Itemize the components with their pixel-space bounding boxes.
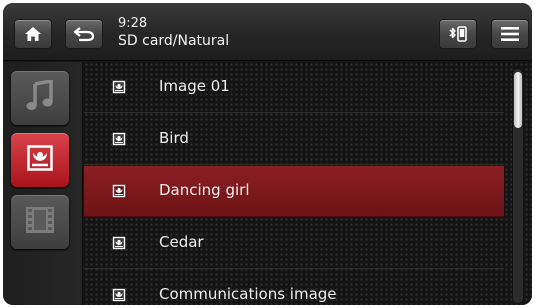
film-icon: [25, 206, 55, 238]
image-file-icon: [112, 183, 126, 198]
music-note-icon: [25, 78, 55, 116]
list-item-label: Image 01: [159, 77, 230, 95]
back-button[interactable]: [65, 19, 103, 49]
list-item-label: Communications image: [159, 285, 337, 303]
list-item[interactable]: Communications image: [84, 270, 504, 305]
menu-icon: [500, 26, 520, 42]
list-item-label: Cedar: [159, 233, 204, 251]
sidebar-item-pictures[interactable]: [11, 133, 69, 187]
list-item-label: Bird: [159, 129, 189, 147]
image-file-icon: [112, 287, 126, 302]
bluetooth-phone-button[interactable]: [439, 19, 477, 49]
menu-button[interactable]: [491, 19, 529, 49]
scrollbar[interactable]: [512, 68, 524, 304]
home-button[interactable]: [14, 19, 52, 49]
list-item[interactable]: Image 01: [84, 62, 504, 113]
file-list: Image 01 Bird Dancing girl Cedar Communi…: [84, 62, 532, 305]
image-file-icon: [112, 79, 126, 94]
back-icon: [73, 26, 95, 42]
sidebar-item-videos[interactable]: [11, 195, 69, 249]
list-item[interactable]: Bird: [84, 114, 504, 165]
sidebar-item-music[interactable]: [11, 71, 69, 125]
list-item[interactable]: Cedar: [84, 218, 504, 269]
current-path: SD card/Natural: [118, 33, 230, 49]
picture-icon: [27, 145, 53, 175]
home-icon: [24, 26, 42, 42]
list-item-selected[interactable]: Dancing girl: [84, 166, 504, 217]
list-item-label: Dancing girl: [159, 181, 250, 199]
image-file-icon: [112, 235, 126, 250]
image-file-icon: [112, 131, 126, 146]
scrollbar-thumb[interactable]: [514, 72, 522, 128]
device-screen: 9:28 SD card/Natural Image 01 Bird Danci…: [3, 3, 532, 305]
clock: 9:28: [118, 16, 148, 31]
media-type-sidebar: [3, 62, 83, 305]
bluetooth-phone-icon: [447, 25, 469, 43]
top-bar: 9:28 SD card/Natural: [3, 3, 532, 61]
